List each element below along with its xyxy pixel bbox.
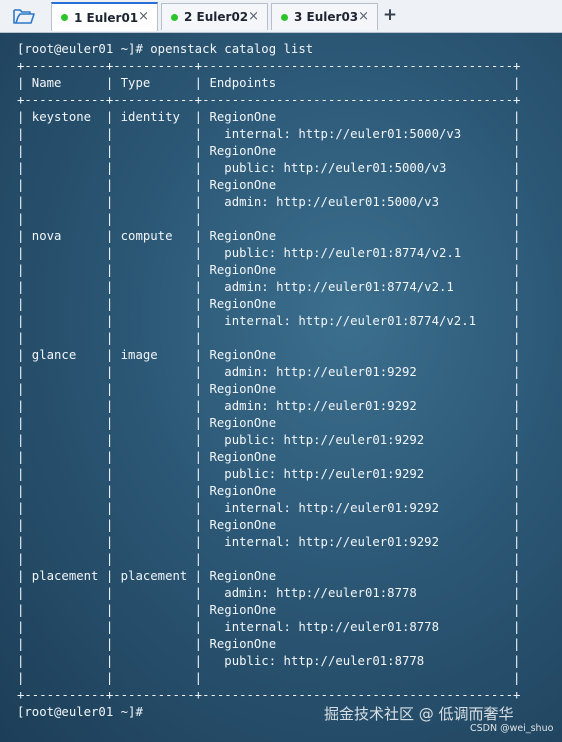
terminal-output[interactable]: [root@euler01 ~]# openstack catalog list… — [0, 33, 562, 742]
watermark: 掘金技术社区 @ 低调而奢华 — [324, 705, 514, 723]
tab-label: 2 Euler02 — [184, 10, 249, 24]
tab-label: 1 Euler01 — [74, 10, 139, 25]
terminal-line: | | | public: http://euler01:5000/v3 | — [17, 161, 521, 175]
terminal-line: | | | RegionOne | — [17, 263, 521, 277]
tab-label: 3 Euler03 — [294, 10, 359, 24]
terminal-line: | | | internal: http://euler01:9292 | — [17, 535, 521, 549]
folder-open-icon[interactable] — [6, 5, 42, 27]
terminal-line: | | | RegionOne | — [17, 518, 521, 532]
tab-close-icon[interactable]: × — [248, 10, 259, 24]
terminal-line: +-----------+-----------+---------------… — [17, 59, 521, 73]
terminal-line: | | | | — [17, 671, 521, 685]
terminal-line: | | | internal: http://euler01:9292 | — [17, 501, 521, 515]
terminal-line: | | | RegionOne | — [17, 144, 521, 158]
tab-close-icon[interactable]: × — [138, 10, 149, 24]
terminal-line: | | | public: http://euler01:8778 | — [17, 654, 521, 668]
terminal-line: | | | admin: http://euler01:5000/v3 | — [17, 195, 521, 209]
tab-bar: 1 Euler01 × 2 Euler02 × 3 Euler03 × + — [0, 0, 562, 33]
shell-prompt-line: [root@euler01 ~]# — [17, 705, 143, 719]
tab-close-icon[interactable]: × — [358, 10, 369, 24]
terminal-line: | glance | image | RegionOne | — [17, 348, 521, 362]
terminal-line: | | | RegionOne | — [17, 637, 521, 651]
terminal-line: | | | admin: http://euler01:9292 | — [17, 365, 521, 379]
connected-status-icon — [171, 13, 178, 21]
terminal-line: | | | | — [17, 331, 521, 345]
terminal-line: | | | public: http://euler01:8774/v2.1 | — [17, 246, 521, 260]
terminal-line: | | | internal: http://euler01:5000/v3 | — [17, 127, 521, 141]
connected-status-icon — [281, 13, 288, 21]
terminal-line: | | | public: http://euler01:9292 | — [17, 433, 521, 447]
terminal-line: | | | admin: http://euler01:9292 | — [17, 399, 521, 413]
terminal-line: | | | RegionOne | — [17, 484, 521, 498]
terminal-line: | | | | — [17, 212, 521, 226]
terminal-line: | | | internal: http://euler01:8778 | — [17, 620, 521, 634]
terminal-line: +-----------+-----------+---------------… — [17, 93, 521, 107]
terminal-line: | keystone | identity | RegionOne | — [17, 110, 521, 124]
terminal-line: | | | internal: http://euler01:8774/v2.1… — [17, 314, 521, 328]
terminal-line: | | | RegionOne | — [17, 178, 521, 192]
terminal-line: | | | | — [17, 552, 521, 566]
credit-watermark: CSDN @wei_shuo — [470, 723, 554, 734]
terminal-line: | | | RegionOne | — [17, 416, 521, 430]
tab-euler01[interactable]: 1 Euler01 × — [51, 2, 158, 31]
terminal-line: | | | admin: http://euler01:8778 | — [17, 586, 521, 600]
terminal-line: | Name | Type | Endpoints | — [17, 76, 521, 90]
terminal-line: | | | admin: http://euler01:8774/v2.1 | — [17, 280, 521, 294]
tab-euler02[interactable]: 2 Euler02 × — [161, 3, 268, 30]
terminal-line: +-----------+-----------+---------------… — [17, 688, 521, 702]
terminal-line: | nova | compute | RegionOne | — [17, 229, 521, 243]
tab-euler03[interactable]: 3 Euler03 × — [271, 3, 378, 30]
terminal-line: | | | RegionOne | — [17, 297, 521, 311]
terminal-line: | | | RegionOne | — [17, 382, 521, 396]
terminal-line: | placement | placement | RegionOne | — [17, 569, 521, 583]
new-tab-plus-icon[interactable]: + — [380, 5, 400, 25]
connected-status-icon — [61, 14, 68, 21]
shell-prompt-line: [root@euler01 ~]# openstack catalog list — [17, 42, 314, 56]
terminal-line: | | | RegionOne | — [17, 603, 521, 617]
terminal-line: | | | public: http://euler01:9292 | — [17, 467, 521, 481]
terminal-line: | | | RegionOne | — [17, 450, 521, 464]
